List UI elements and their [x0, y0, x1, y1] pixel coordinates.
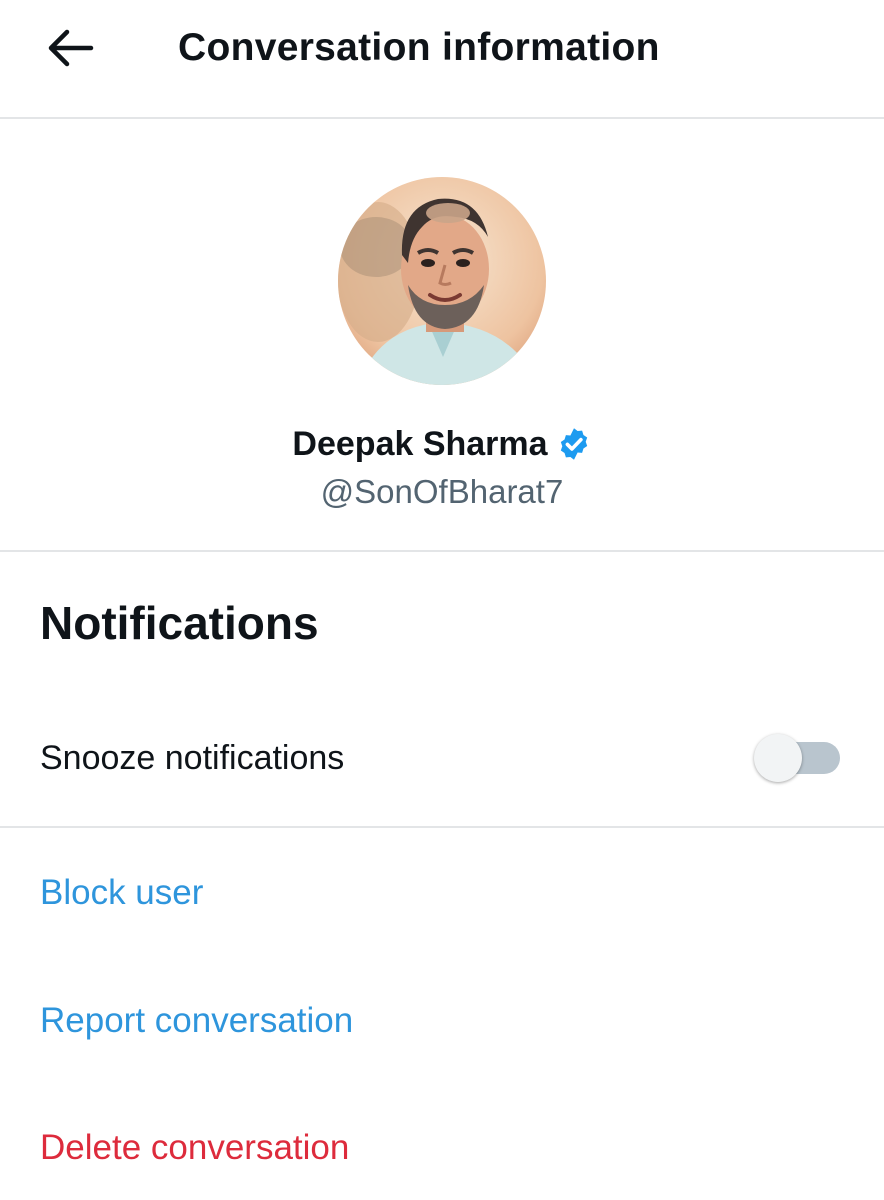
name-row: Deepak Sharma — [0, 421, 884, 467]
arrow-left-icon — [48, 29, 94, 67]
avatar[interactable] — [338, 177, 546, 385]
snooze-notifications-label: Snooze notifications — [40, 739, 345, 777]
notifications-section: Notifications Snooze notifications — [0, 552, 884, 828]
snooze-notifications-toggle[interactable] — [754, 734, 842, 782]
report-conversation-button[interactable]: Report conversation — [40, 998, 353, 1044]
block-user-button[interactable]: Block user — [40, 870, 203, 916]
profile-summary: Deepak Sharma @SonOfBharat7 — [0, 119, 884, 552]
delete-conversation-button[interactable]: Delete conversation — [40, 1125, 349, 1171]
page-title: Conversation information — [178, 26, 660, 69]
display-name: Deepak Sharma — [292, 425, 548, 463]
user-handle: @SonOfBharat7 — [320, 473, 564, 510]
back-button[interactable] — [30, 20, 110, 76]
top-app-bar: Conversation information — [0, 0, 884, 119]
notifications-heading: Notifications — [40, 597, 319, 649]
verified-badge-icon — [556, 426, 592, 462]
snooze-notifications-row[interactable]: Snooze notifications — [0, 722, 884, 794]
toggle-knob — [754, 734, 802, 782]
